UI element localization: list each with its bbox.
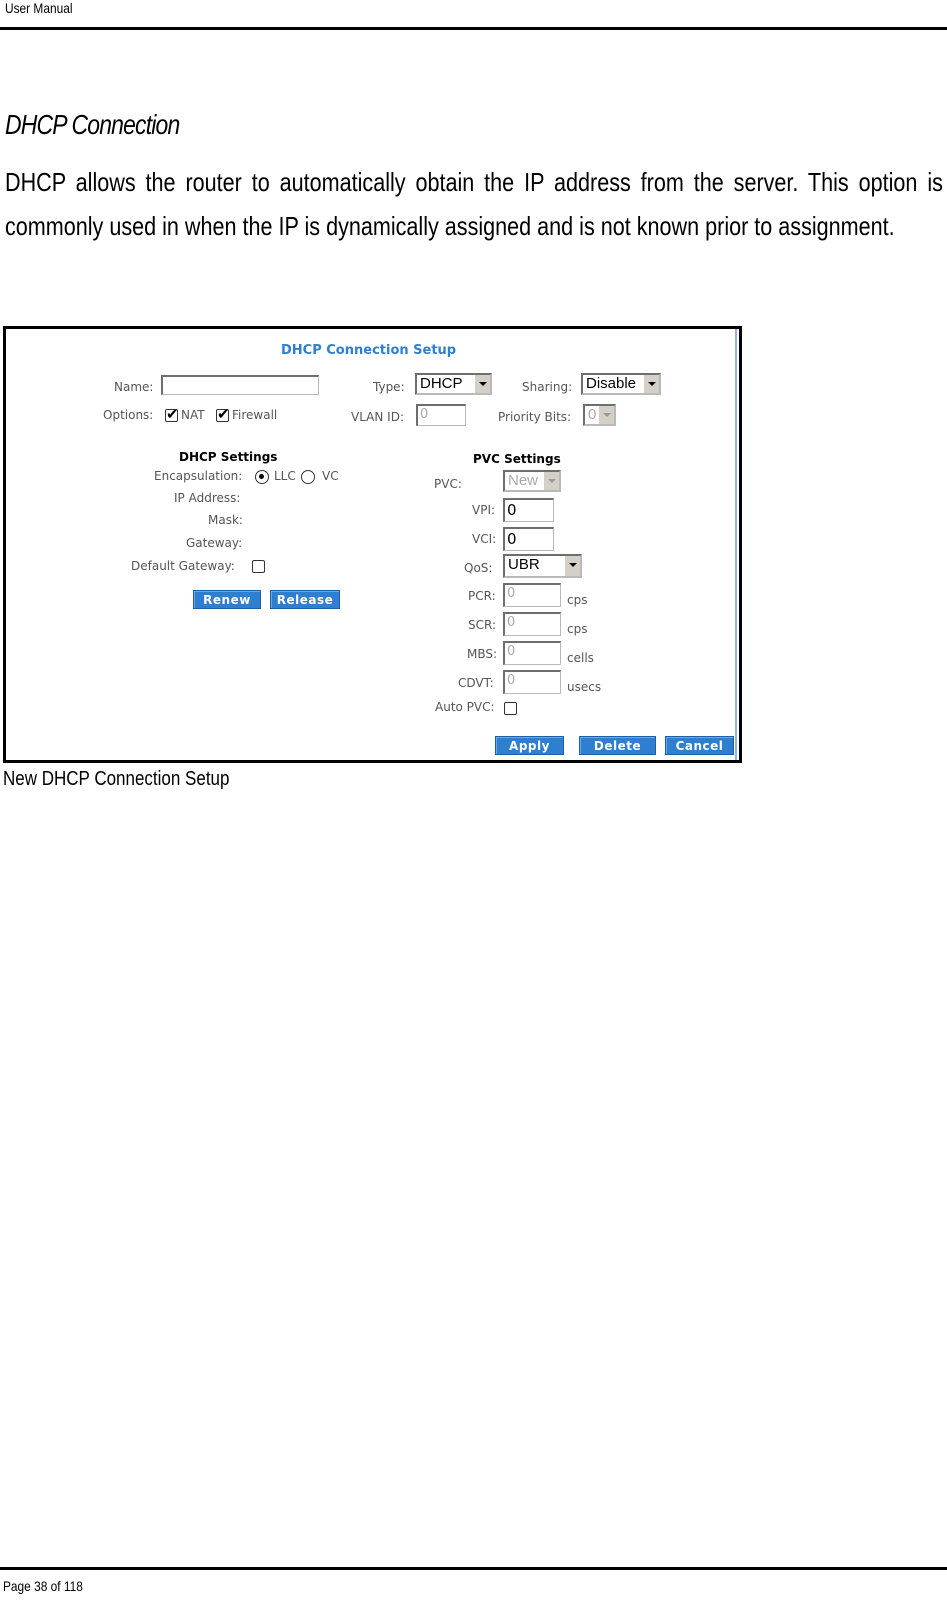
form-title: DHCP Connection Setup — [281, 343, 457, 358]
pcr-unit: cps — [567, 593, 588, 607]
apply-button[interactable]: Apply — [495, 736, 564, 755]
pvc-value: New — [508, 472, 539, 489]
chevron-down-icon — [598, 406, 614, 424]
default-gateway-label: Default Gateway: — [131, 559, 235, 573]
nat-label: NAT — [181, 408, 205, 422]
auto-pvc-label: Auto PVC: — [435, 700, 495, 714]
delete-button[interactable]: Delete — [579, 736, 656, 755]
cdvt-label: CDVT: — [458, 676, 494, 690]
auto-pvc-checkbox[interactable] — [504, 702, 517, 715]
running-header: User Manual — [5, 0, 73, 16]
name-input[interactable] — [161, 375, 319, 395]
mask-label: Mask: — [208, 513, 243, 527]
ip-address-label: IP Address: — [174, 491, 241, 505]
scr-unit: cps — [567, 622, 588, 636]
pcr-input[interactable]: 0 — [503, 583, 561, 607]
scr-input[interactable]: 0 — [503, 612, 561, 636]
mbs-input[interactable]: 0 — [503, 641, 561, 665]
scr-label: SCR: — [468, 618, 497, 632]
sharing-select[interactable]: Disable — [581, 373, 661, 395]
encapsulation-label: Encapsulation: — [154, 469, 243, 483]
options-label: Options: — [103, 408, 154, 422]
pvc-label: PVC: — [434, 477, 462, 491]
figure-screenshot: DHCP Connection Setup Name: Type: DHCP S… — [3, 326, 742, 763]
firewall-checkbox[interactable] — [216, 405, 230, 423]
section-title: DHCP Connection — [5, 109, 180, 140]
priority-bits-label: Priority Bits: — [498, 410, 572, 424]
encapsulation-llc-label: LLC — [274, 469, 296, 483]
sharing-value: Disable — [586, 375, 637, 392]
cdvt-input[interactable]: 0 — [503, 670, 561, 694]
gateway-label: Gateway: — [186, 536, 243, 550]
chevron-down-icon — [564, 556, 580, 576]
priority-bits-value: 0 — [588, 406, 597, 423]
encapsulation-vc-label: VC — [322, 469, 339, 483]
dhcp-connection-setup-form: DHCP Connection Setup Name: Type: DHCP S… — [6, 329, 739, 760]
type-label: Type: — [373, 380, 405, 394]
vlan-id-input[interactable]: 0 — [416, 404, 466, 426]
mbs-label: MBS: — [467, 647, 498, 661]
page-number: Page 38 of 118 — [3, 1578, 83, 1594]
dhcp-settings-heading: DHCP Settings — [179, 450, 278, 464]
vci-label: VCI: — [472, 532, 497, 546]
nat-checkbox[interactable] — [165, 405, 179, 423]
priority-bits-select[interactable]: 0 — [583, 404, 616, 426]
header-rule — [0, 27, 947, 30]
qos-select[interactable]: UBR — [503, 554, 582, 578]
footer-rule — [0, 1567, 947, 1570]
firewall-label: Firewall — [232, 408, 278, 422]
pcr-label: PCR: — [468, 589, 496, 603]
cdvt-unit: usecs — [567, 680, 602, 694]
encapsulation-llc-radio[interactable] — [255, 470, 269, 484]
chevron-down-icon — [643, 375, 659, 393]
qos-value: UBR — [508, 556, 540, 573]
mbs-unit: cells — [567, 651, 594, 665]
vpi-label: VPI: — [472, 503, 496, 517]
body-paragraph: DHCP allows the router to automatically … — [5, 167, 943, 241]
name-label: Name: — [114, 380, 154, 394]
release-button[interactable]: Release — [270, 590, 340, 609]
pvc-select[interactable]: New — [503, 470, 561, 492]
encapsulation-vc-radio[interactable] — [301, 470, 315, 484]
renew-button[interactable]: Renew — [193, 590, 261, 609]
pvc-settings-heading: PVC Settings — [473, 452, 561, 466]
default-gateway-checkbox[interactable] — [252, 560, 265, 573]
chevron-down-icon — [543, 472, 559, 490]
sharing-label: Sharing: — [522, 380, 573, 394]
figure-caption: New DHCP Connection Setup — [3, 768, 230, 790]
vpi-input[interactable]: 0 — [503, 498, 554, 522]
type-value: DHCP — [420, 375, 463, 392]
vci-input[interactable]: 0 — [503, 527, 554, 551]
vlan-id-label: VLAN ID: — [351, 410, 404, 424]
qos-label: QoS: — [464, 561, 493, 575]
type-select[interactable]: DHCP — [415, 373, 492, 395]
cancel-button[interactable]: Cancel — [665, 736, 734, 755]
chevron-down-icon — [474, 375, 490, 393]
